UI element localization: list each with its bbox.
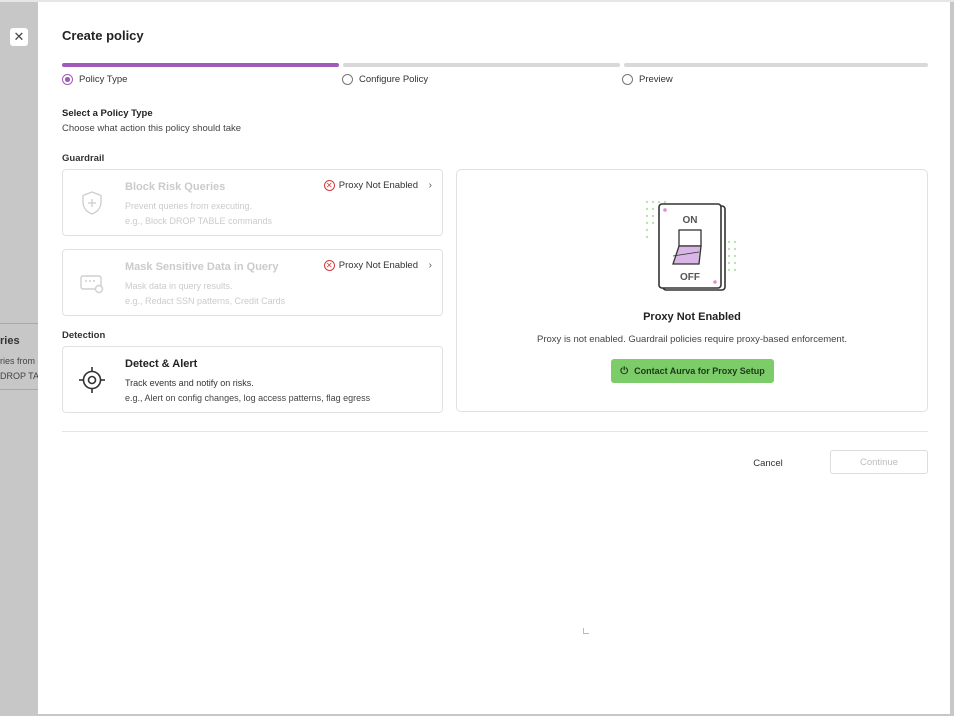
card-example: e.g., Redact SSN patterns, Credit Cards <box>125 296 286 306</box>
button-label: Contact Aurva for Proxy Setup <box>634 366 765 376</box>
step-label: Preview <box>639 74 673 85</box>
switch-off-label: OFF <box>680 272 700 283</box>
continue-button[interactable]: Continue <box>830 450 928 474</box>
cancel-button[interactable]: Cancel <box>742 451 794 475</box>
panel-title: Proxy Not Enabled <box>643 311 741 323</box>
step-label: Policy Type <box>79 74 128 85</box>
power-switch-off-icon: ON OFF <box>645 200 737 291</box>
mask-data-icon <box>80 275 104 294</box>
policy-card-detect-alert[interactable]: Detect & Alert Track events and notify o… <box>62 346 443 413</box>
switch-on-label: ON <box>683 215 698 226</box>
step-progress-preview <box>624 63 928 67</box>
card-title: Mask Sensitive Data in Query <box>125 261 279 273</box>
card-title: Block Risk Queries <box>125 181 226 193</box>
section-heading: Select a Policy Type <box>62 108 153 119</box>
section-subheading: Choose what action this policy should ta… <box>62 123 242 134</box>
close-icon: ✕ <box>13 29 25 44</box>
policy-card-mask-sensitive-data[interactable]: Mask Sensitive Data in Query Mask data i… <box>62 249 443 316</box>
plug-icon: ⏻ <box>620 365 629 377</box>
proxy-status-panel: ON OFF Proxy Not Enabled Proxy is not en… <box>456 169 928 412</box>
create-policy-drawer: Create policy Policy Type Configure Poli… <box>38 2 950 714</box>
step-radio-icon <box>622 74 633 85</box>
step-radio-icon <box>342 74 353 85</box>
footer-divider <box>62 431 928 432</box>
panel-description: Proxy is not enabled. Guardrail policies… <box>537 334 847 345</box>
close-button[interactable]: ✕ <box>10 28 28 46</box>
backdrop-divider <box>0 323 38 324</box>
step-label: Configure Policy <box>359 74 429 85</box>
badge-label: Proxy Not Enabled <box>338 260 418 271</box>
status-badge: ✕ Proxy Not Enabled <box>323 180 418 191</box>
status-badge: ✕ Proxy Not Enabled <box>323 260 418 271</box>
group-label-detection: Detection <box>62 330 106 341</box>
policy-card-block-risk-queries[interactable]: Block Risk Queries Prevent queries from … <box>62 169 443 236</box>
step-progress-policy-type <box>62 63 339 67</box>
crosshair-icon <box>79 367 105 393</box>
contact-proxy-setup-button[interactable]: ⏻ Contact Aurva for Proxy Setup <box>611 359 774 383</box>
backdrop-divider <box>0 389 38 390</box>
step-preview[interactable]: Preview <box>622 74 673 85</box>
badge-label: Proxy Not Enabled <box>338 180 418 191</box>
card-description: Mask data in query results. <box>125 281 233 291</box>
step-progress-configure-policy <box>343 63 620 67</box>
card-description: Prevent queries from executing. <box>125 201 253 211</box>
error-circle-icon: ✕ <box>323 260 335 271</box>
error-circle-icon: ✕ <box>323 180 335 191</box>
step-policy-type[interactable]: Policy Type <box>62 74 127 85</box>
card-example: e.g., Block DROP TABLE commands <box>125 216 273 226</box>
chevron-right-icon: › <box>428 260 432 271</box>
page-title: Create policy <box>62 28 144 43</box>
group-label-guardrail: Guardrail <box>62 153 105 164</box>
shield-plus-icon <box>82 191 102 215</box>
chevron-right-icon: › <box>428 180 432 191</box>
card-description: Track events and notify on risks. <box>125 378 254 388</box>
resize-corner-icon <box>583 628 589 634</box>
card-title: Detect & Alert <box>125 358 198 370</box>
backdrop-text: ries from e <box>0 356 43 366</box>
step-radio-icon <box>62 74 73 85</box>
step-configure-policy[interactable]: Configure Policy <box>342 74 428 85</box>
card-example: e.g., Alert on config changes, log acces… <box>125 393 371 403</box>
backdrop-title: ries <box>0 335 20 347</box>
